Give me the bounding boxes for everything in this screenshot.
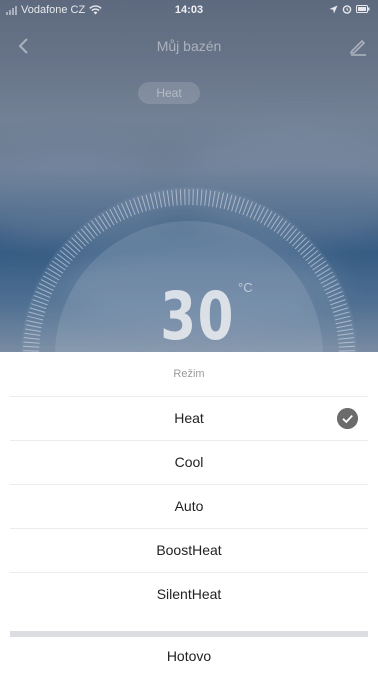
screen: Vodafone CZ 14:03 Můj bazén Heat 30 °C R… bbox=[0, 0, 378, 676]
option-label: Heat bbox=[174, 410, 204, 426]
checkmark-icon bbox=[337, 408, 358, 429]
mode-option-boostheat[interactable]: BoostHeat bbox=[10, 529, 368, 573]
location-icon bbox=[329, 5, 338, 13]
mode-option-cool[interactable]: Cool bbox=[10, 441, 368, 485]
mode-action-sheet: Režim Heat Cool Auto BoostHeat SilentHea… bbox=[0, 352, 378, 676]
sheet-title: Režim bbox=[10, 352, 368, 397]
page-title: Můj bazén bbox=[156, 38, 222, 54]
status-bar: Vodafone CZ 14:03 bbox=[0, 0, 378, 22]
temperature-value: 30 bbox=[160, 278, 235, 355]
edit-icon[interactable] bbox=[348, 36, 368, 56]
option-label: BoostHeat bbox=[156, 542, 222, 558]
battery-icon bbox=[356, 5, 370, 13]
option-label: Auto bbox=[174, 498, 204, 514]
alarm-icon bbox=[342, 5, 352, 14]
status-time: 14:03 bbox=[174, 4, 204, 16]
mode-option-silentheat[interactable]: SilentHeat bbox=[10, 573, 368, 616]
temperature-unit: °C bbox=[238, 280, 253, 295]
option-label: Cool bbox=[174, 454, 204, 470]
nav-bar: Můj bazén bbox=[0, 30, 378, 60]
mode-option-heat[interactable]: Heat bbox=[10, 397, 368, 441]
option-label: SilentHeat bbox=[156, 586, 222, 602]
status-right bbox=[329, 4, 370, 14]
mode-badge[interactable]: Heat bbox=[138, 82, 200, 104]
done-button[interactable]: Hotovo bbox=[0, 637, 378, 676]
mode-option-auto[interactable]: Auto bbox=[10, 485, 368, 529]
